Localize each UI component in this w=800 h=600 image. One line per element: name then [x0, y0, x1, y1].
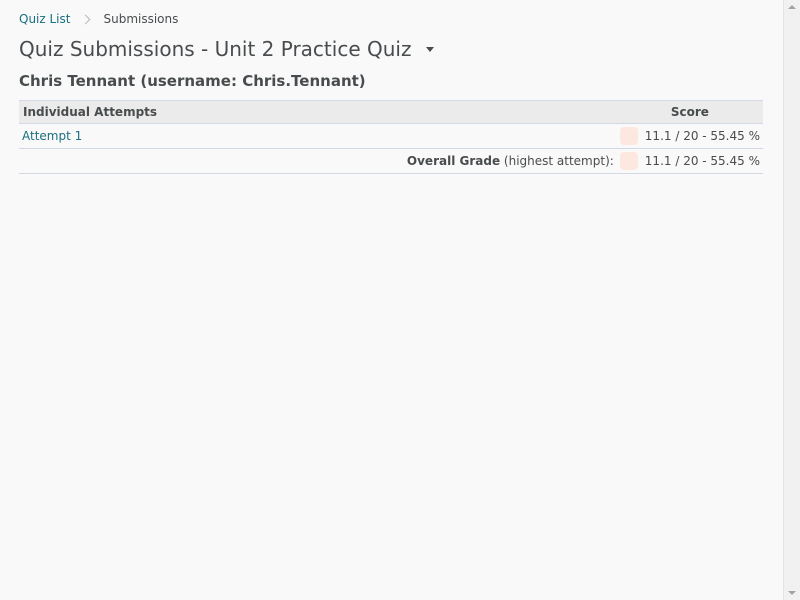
page-title: Quiz Submissions - Unit 2 Practice Quiz [19, 37, 412, 61]
page: Quiz List Submissions Quiz Submissions -… [0, 0, 784, 600]
grade-color-swatch [619, 152, 638, 170]
attempt-1-link[interactable]: Attempt 1 [22, 129, 82, 143]
grade-color-swatch [619, 127, 638, 145]
vertical-scrollbar[interactable] [783, 0, 800, 600]
breadcrumb-current: Submissions [103, 12, 179, 26]
overall-score-cell: 11.1 / 20 - 55.45 % [616, 148, 763, 174]
overall-grade-label: Overall Grade [406, 154, 501, 168]
table-row: Attempt 1 11.1 / 20 - 55.45 % [19, 123, 763, 149]
breadcrumb-quiz-list-link[interactable]: Quiz List [19, 11, 70, 27]
breadcrumb: Quiz List Submissions [19, 11, 178, 27]
overall-score: 11.1 / 20 - 55.45 % [644, 154, 760, 168]
score-cell: 11.1 / 20 - 55.45 % [616, 123, 763, 149]
column-header-score: Score [616, 100, 763, 124]
overall-grade-sublabel: (highest attempt): [500, 154, 614, 168]
table-header-row: Individual Attempts Score [19, 100, 763, 124]
attempt-score: 11.1 / 20 - 55.45 % [644, 129, 760, 143]
attempt-cell: Attempt 1 [19, 123, 617, 149]
column-header-attempts: Individual Attempts [19, 100, 617, 124]
scroll-up-icon[interactable] [788, 5, 796, 9]
title-row: Quiz Submissions - Unit 2 Practice Quiz [19, 36, 437, 62]
title-context-menu-button[interactable] [423, 42, 437, 56]
overall-grade-row: Overall Grade (highest attempt): 11.1 / … [19, 148, 763, 174]
submissions-table: Individual Attempts Score Attempt 1 11.1… [19, 100, 763, 174]
user-heading: Chris Tennant (username: Chris.Tennant) [19, 72, 366, 90]
chevron-right-icon [81, 14, 91, 24]
chevron-down-icon [426, 46, 435, 52]
overall-grade-label-cell: Overall Grade (highest attempt): [19, 148, 617, 174]
scroll-down-icon[interactable] [788, 591, 796, 595]
